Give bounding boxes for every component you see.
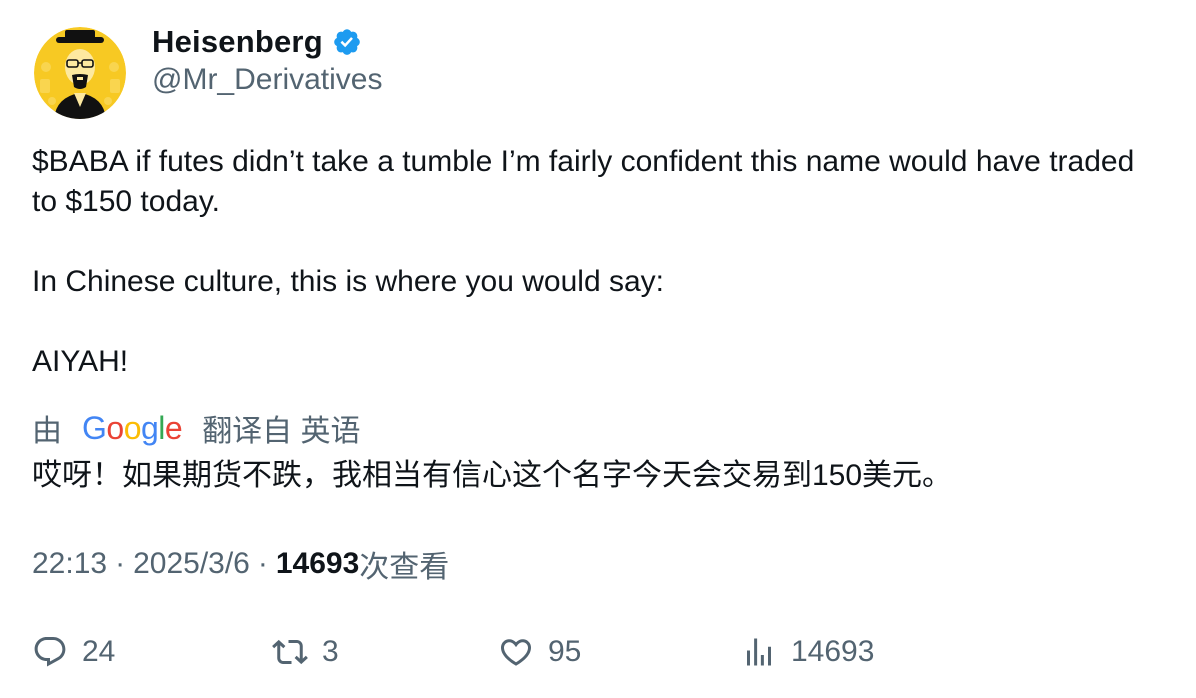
meta-separator: · [115,547,126,580]
translated-text: 哎呀！如果期货不跌，我相当有信心这个名字今天会交易到150美元。 [32,459,953,492]
tweet-date[interactable]: 2025/3/6 [133,547,250,581]
translation-attribution: 由 Google 翻译自 英语 [32,406,361,450]
google-logo-letter: G [82,409,107,446]
tweet-paragraph: In Chinese culture, this is where you wo… [32,265,664,298]
verified-badge-icon [332,27,362,57]
tweet-text: $BABA if futes didn’t take a tumble I’m … [32,142,1152,382]
bar-chart-icon [747,638,771,666]
like-button[interactable]: 95 [498,630,581,674]
google-logo-letter: e [164,409,183,446]
google-logo: Google [82,409,183,447]
avatar-image [34,27,126,119]
google-logo-letter: l [158,409,165,446]
google-logo-letter: o [106,409,124,446]
retweet-icon [272,639,308,665]
action-bar: 24 3 95 14693 [0,630,1196,674]
views-count: 14693 [275,547,360,580]
author-name-row: Heisenberg [152,22,362,62]
avatar[interactable] [34,27,126,119]
tweet-meta: 22:13 · 2025/3/6 · 14693 次查看 [32,544,449,584]
google-logo-letter: o [123,409,142,446]
reply-count: 24 [82,635,116,668]
google-logo-letter: g [140,409,159,446]
author-handle[interactable]: @Mr_Derivatives [152,63,383,97]
tweet-paragraph: $BABA if futes didn’t take a tumble I’m … [32,145,1135,218]
views-action-count: 14693 [791,635,875,668]
reply-icon [34,637,66,667]
author-display-name[interactable]: Heisenberg [152,24,323,60]
retweet-count: 3 [322,635,339,668]
reply-button[interactable]: 24 [32,630,115,674]
tweet-card: Heisenberg @Mr_Derivatives $BABA if fute… [0,0,1196,698]
views-label: 次查看 [359,551,450,584]
translation-prefix: 由 [32,415,62,448]
views-button[interactable]: 14693 [741,630,874,674]
retweet-button[interactable]: 3 [272,630,339,674]
meta-separator: · [257,547,268,580]
tweet-paragraph: AIYAH! [32,345,129,378]
heart-icon [500,639,532,666]
like-count: 95 [548,635,582,668]
translation-suffix[interactable]: 翻译自 英语 [202,406,360,450]
tweet-time[interactable]: 22:13 [32,547,107,581]
